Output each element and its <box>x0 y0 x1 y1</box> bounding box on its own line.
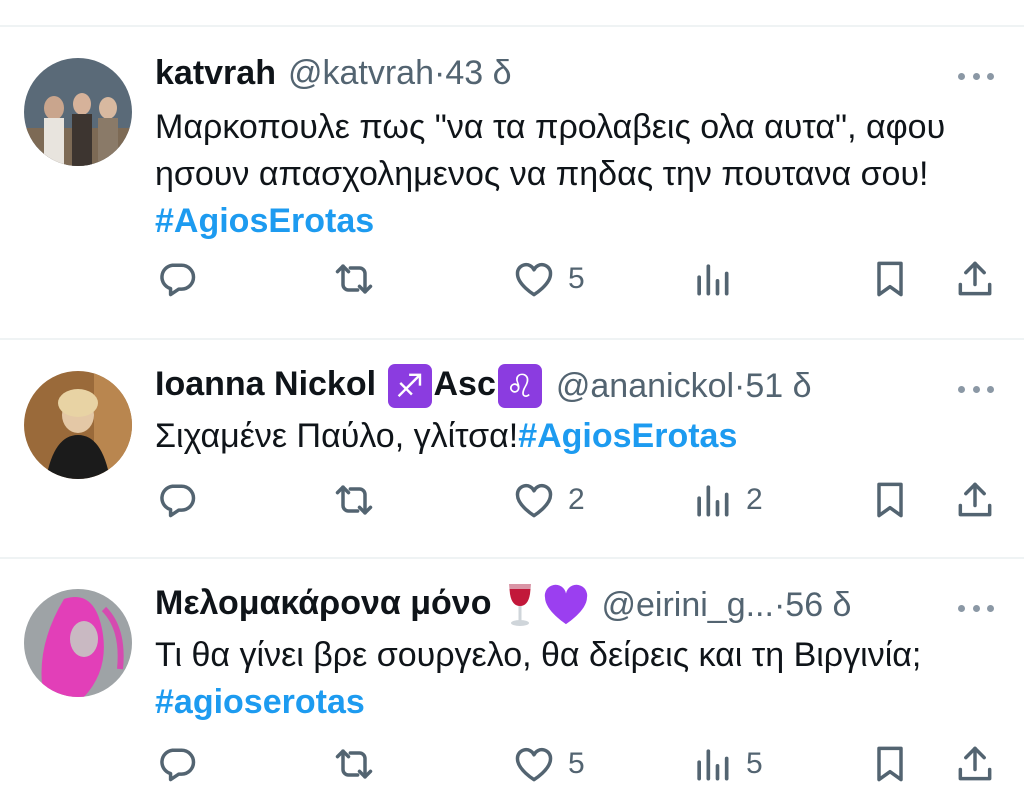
separator: · <box>734 366 746 405</box>
retweet-button[interactable] <box>332 739 376 789</box>
views-icon <box>690 478 734 522</box>
like-count: 5 <box>568 747 585 780</box>
hashtag-link[interactable]: #AgiosErotas <box>155 202 374 240</box>
avatar-eirini[interactable] <box>24 589 132 697</box>
separator: · <box>433 53 446 92</box>
hashtag-link[interactable]: #agioserotas <box>155 683 365 721</box>
like-button[interactable]: 5 <box>512 739 585 789</box>
like-button[interactable]: 2 <box>512 475 585 525</box>
bookmark-icon <box>868 257 912 301</box>
handle[interactable]: @ananickol <box>556 367 734 406</box>
tweet-text: Σιχαμένε Παύλο, γλίτσα!#AgiosErotas <box>155 413 984 460</box>
leo-emoji: ♌ <box>497 364 542 408</box>
timestamp[interactable]: 43 δ <box>445 54 511 93</box>
tweet-text: Μαρκοπουλε πως "να τα προλαβεις ολα αυτα… <box>155 104 984 245</box>
action-bar: 5 <box>155 254 1024 304</box>
tweet-1[interactable]: katvrah @katvrah · 43 δ Μαρκοπουλε πως "… <box>0 27 1024 338</box>
purple-heart-emoji <box>545 584 588 625</box>
tweet-header: Ioanna Nickol ♐ Asc ♌ @ananickol · 51 δ <box>155 363 934 409</box>
tweet-2[interactable]: Ioanna Nickol ♐ Asc ♌ @ananickol · 51 δ Σι… <box>0 340 1024 557</box>
more-icon[interactable] <box>958 70 994 82</box>
share-button[interactable] <box>953 254 997 304</box>
hashtag-link[interactable]: #AgiosErotas <box>518 417 737 455</box>
share-button[interactable] <box>953 739 997 789</box>
wine-glass-emoji <box>509 584 532 626</box>
share-button[interactable] <box>953 475 997 525</box>
bookmark-icon <box>868 742 912 786</box>
like-icon <box>512 742 556 786</box>
timestamp[interactable]: 51 δ <box>745 367 811 406</box>
reply-icon <box>155 478 199 522</box>
retweet-icon <box>332 257 376 301</box>
like-button[interactable]: 5 <box>512 254 585 304</box>
retweet-button[interactable] <box>332 475 376 525</box>
tweet-header: Μελομακάρονα μόνο @eirini_g... · 56 δ <box>155 582 934 628</box>
display-name-part1: Ioanna Nickol <box>155 364 386 403</box>
like-count: 2 <box>568 483 585 516</box>
views-count: 2 <box>746 483 763 516</box>
separator: · <box>773 585 786 624</box>
tweet-body: Τι θα γίνει βρε σουργελο, θα δείρεις και… <box>155 636 922 674</box>
views-button[interactable]: 5 <box>690 739 763 789</box>
more-icon[interactable] <box>958 602 994 614</box>
views-icon <box>690 257 734 301</box>
bookmark-button[interactable] <box>868 254 912 304</box>
share-icon <box>953 478 997 522</box>
display-name-part2: Asc <box>433 364 496 403</box>
handle[interactable]: @katvrah <box>288 54 434 93</box>
views-button[interactable]: 2 <box>690 475 763 525</box>
reply-icon <box>155 742 199 786</box>
retweet-icon <box>332 478 376 522</box>
share-icon <box>953 257 997 301</box>
avatar-ananickol[interactable] <box>24 371 132 479</box>
tweet-header: katvrah @katvrah · 43 δ <box>155 50 934 96</box>
retweet-button[interactable] <box>332 254 376 304</box>
tweet-body: Μαρκοπουλε πως "να τα προλαβεις ολα αυτα… <box>155 108 946 193</box>
display-name[interactable]: Μελομακάρονα μόνο <box>155 582 589 628</box>
reply-button[interactable] <box>155 739 199 789</box>
display-name[interactable]: katvrah <box>155 54 276 93</box>
more-icon[interactable] <box>958 383 994 395</box>
action-bar: 2 2 <box>155 475 1024 525</box>
reply-button[interactable] <box>155 254 199 304</box>
tweet-3[interactable]: Μελομακάρονα μόνο @eirini_g... · 56 δ Τι… <box>0 559 1024 775</box>
display-name-text: Μελομακάρονα μόνο <box>155 583 492 622</box>
views-button[interactable] <box>690 254 746 304</box>
reply-icon <box>155 257 199 301</box>
handle[interactable]: @eirini_g... <box>601 586 773 625</box>
timestamp[interactable]: 56 δ <box>785 586 851 625</box>
avatar-katvrah[interactable] <box>24 58 132 166</box>
like-icon <box>512 257 556 301</box>
sagittarius-emoji: ♐ <box>387 364 432 408</box>
like-count: 5 <box>568 262 585 295</box>
views-icon <box>690 742 734 786</box>
display-name[interactable]: Ioanna Nickol ♐ Asc ♌ <box>155 364 544 408</box>
action-bar: 5 5 <box>155 739 1024 789</box>
like-icon <box>512 478 556 522</box>
retweet-icon <box>332 742 376 786</box>
share-icon <box>953 742 997 786</box>
bookmark-button[interactable] <box>868 739 912 789</box>
tweet-body: Σιχαμένε Παύλο, γλίτσα! <box>155 417 519 455</box>
tweet-text: Τι θα γίνει βρε σουργελο, θα δείρεις και… <box>155 632 984 726</box>
bookmark-button[interactable] <box>868 475 912 525</box>
bookmark-icon <box>868 478 912 522</box>
views-count: 5 <box>746 747 763 780</box>
reply-button[interactable] <box>155 475 199 525</box>
